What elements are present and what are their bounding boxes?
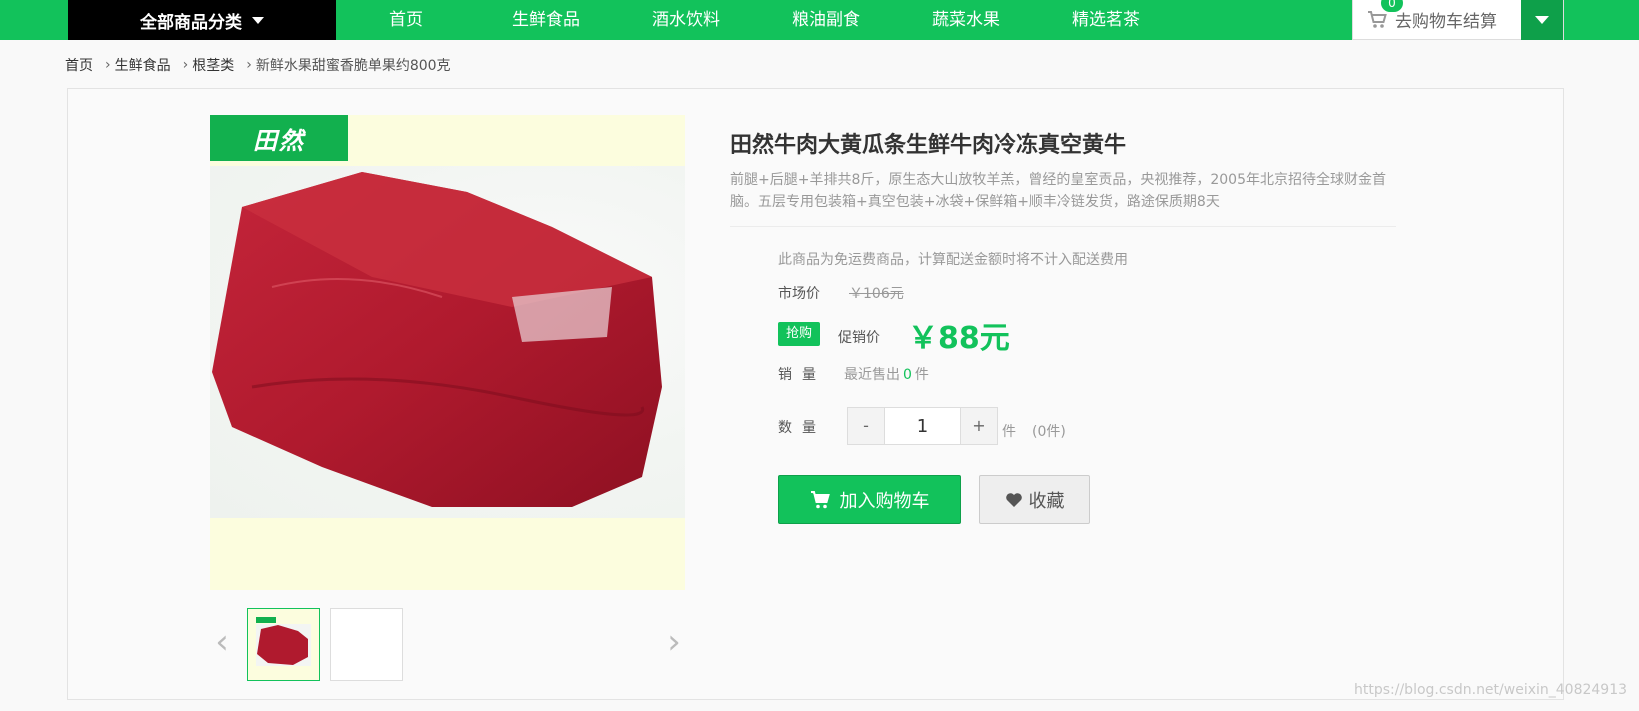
thumbnail-prev-arrow[interactable]: ‹ — [209, 624, 235, 660]
market-price: ￥106元 — [849, 286, 904, 302]
nav-link-home[interactable]: 首页 — [336, 0, 476, 40]
nav-link-vegetables-fruit[interactable]: 蔬菜水果 — [896, 0, 1036, 40]
chevron-right-icon: › — [182, 57, 189, 73]
nav-links: 首页 生鲜食品 酒水饮料 粮油副食 蔬菜水果 精选茗茶 — [336, 0, 1176, 40]
quantity-increase-button[interactable]: + — [961, 408, 997, 444]
product-main-image: 田然 — [210, 115, 685, 590]
breadcrumb-home[interactable]: 首页 — [65, 55, 93, 75]
quantity-stock: (0件) — [1032, 424, 1066, 440]
watermark: https://blog.csdn.net/weixin_40824913 — [1354, 682, 1628, 698]
add-to-cart-button[interactable]: 加入购物车 — [778, 475, 961, 524]
free-shipping-note: 此商品为免运费商品，计算配送金额时将不计入配送费用 — [778, 252, 1128, 268]
promo-badge: 抢购 — [778, 322, 820, 346]
sales-prefix: 最近售出 — [844, 367, 900, 383]
sales-count: 0 — [903, 367, 912, 383]
breadcrumb-fresh-food[interactable]: 生鲜食品 — [115, 55, 171, 75]
nav-link-grain-oil[interactable]: 粮油副食 — [756, 0, 896, 40]
brand-logo-text: 田然 — [253, 125, 305, 155]
caret-down-icon — [252, 16, 264, 24]
checkout-cart-button[interactable]: 0 去购物车结算 — [1353, 0, 1521, 39]
nav-link-drinks[interactable]: 酒水饮料 — [616, 0, 756, 40]
thumbnail-1[interactable] — [247, 608, 320, 681]
breadcrumb-root-vegetables[interactable]: 根茎类 — [192, 55, 234, 75]
quantity-unit: 件 — [1002, 424, 1016, 440]
product-subtitle: 前腿+后腿+羊排共8斤，原生态大山放牧羊羔，曾经的皇室贡品，央视推荐，2005年… — [730, 172, 1386, 210]
cart-widget: 0 去购物车结算 — [1352, 0, 1564, 40]
breadcrumb: 首页 › 生鲜食品 › 根茎类 › 新鲜水果甜蜜香脆单果约800克 — [65, 55, 451, 75]
promo-price: ￥88元 — [908, 321, 1010, 356]
beef-thumbnail-image — [248, 609, 319, 680]
checkout-cart-label: 去购物车结算 — [1395, 12, 1497, 32]
favorite-label: 收藏 — [1028, 490, 1065, 512]
brand-logo: 田然 — [210, 115, 348, 161]
nav-link-tea[interactable]: 精选茗茶 — [1036, 0, 1176, 40]
beef-photo — [212, 172, 662, 507]
breadcrumb-current: 新鲜水果甜蜜香脆单果约800克 — [255, 58, 451, 74]
quantity-decrease-button[interactable]: - — [848, 408, 884, 444]
heart-icon — [1005, 492, 1022, 507]
caret-down-icon — [1535, 16, 1549, 24]
divider — [730, 226, 1396, 227]
market-price-label: 市场价 — [778, 286, 820, 302]
thumbnail-2[interactable] — [330, 608, 403, 681]
shopping-cart-icon — [810, 490, 830, 508]
nav-link-fresh-food[interactable]: 生鲜食品 — [476, 0, 616, 40]
chevron-right-icon: › — [246, 57, 252, 73]
promo-price-label: 促销价 — [838, 330, 880, 346]
chevron-right-icon: › — [105, 57, 111, 73]
sales-label: 销量 — [778, 367, 826, 383]
all-categories-menu[interactable]: 全部商品分类 — [68, 0, 336, 40]
all-categories-label: 全部商品分类 — [140, 12, 242, 33]
quantity-stepper: - + — [847, 407, 998, 445]
favorite-button[interactable]: 收藏 — [979, 475, 1090, 524]
product-detail-panel: 田然 ‹ › 田然牛肉大黄瓜条生鲜牛肉冷冻真空黄牛 前腿+后腿+羊排共8斤，原生… — [67, 88, 1564, 700]
add-to-cart-label: 加入购物车 — [839, 490, 930, 512]
quantity-label: 数量 — [778, 420, 826, 436]
sales-info: 最近售出 0 件 — [844, 364, 929, 384]
quantity-input[interactable] — [884, 408, 961, 444]
thumbnail-next-arrow[interactable]: › — [661, 624, 687, 660]
sales-unit: 件 — [914, 367, 929, 383]
top-nav-bar: 全部商品分类 首页 生鲜食品 酒水饮料 粮油副食 蔬菜水果 精选茗茶 0 去购物… — [0, 0, 1639, 40]
cart-dropdown-toggle[interactable] — [1521, 0, 1563, 40]
product-title: 田然牛肉大黄瓜条生鲜牛肉冷冻真空黄牛 — [730, 133, 1127, 158]
shopping-cart-icon — [1368, 10, 1387, 28]
